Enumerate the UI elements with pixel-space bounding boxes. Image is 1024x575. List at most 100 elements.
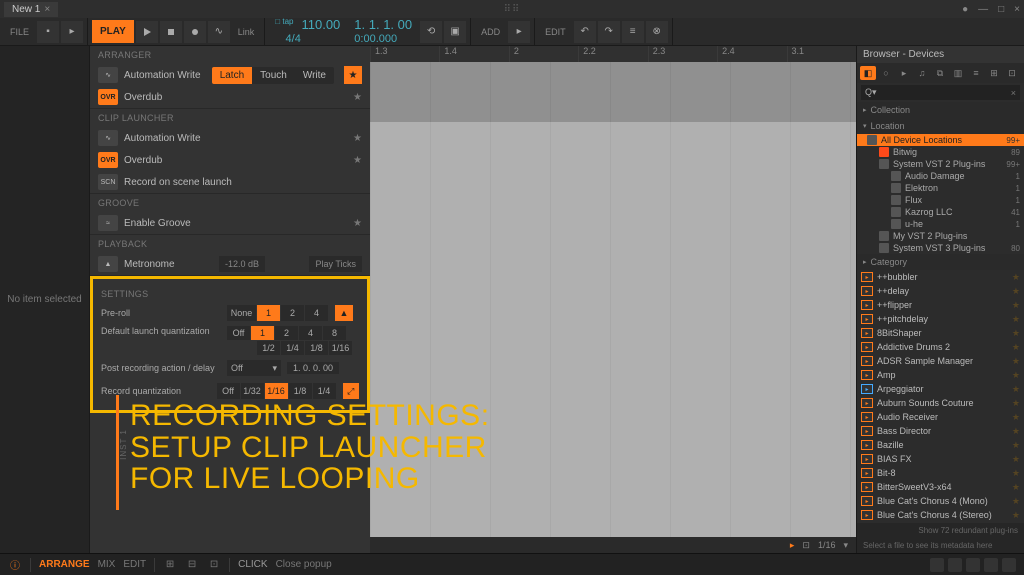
timeline-ruler[interactable]: 1.3 1.4 2 2.2 2.3 2.4 3.1: [370, 46, 856, 62]
sb-icon-1[interactable]: [930, 558, 944, 572]
device-list-item[interactable]: BitterSweetV3-x64★: [857, 480, 1024, 494]
browser-tab-2[interactable]: ○: [878, 66, 894, 80]
recq-length-icon[interactable]: ⤢: [343, 383, 359, 399]
scene-record-row[interactable]: SCN Record on scene launch: [90, 171, 370, 193]
dlq-half[interactable]: 1/2: [257, 341, 281, 355]
device-list-item[interactable]: ADSR Sample Manager★: [857, 354, 1024, 368]
metronome-volume[interactable]: -12.0 dB: [219, 256, 265, 272]
touch-button[interactable]: Touch: [252, 67, 295, 84]
dlq-off[interactable]: Off: [227, 326, 251, 340]
device-list-item[interactable]: Bit-8★: [857, 466, 1024, 480]
dot-icon[interactable]: ●: [962, 4, 968, 15]
save-icon[interactable]: ▪: [37, 21, 59, 43]
zoom-value[interactable]: 1/16: [818, 540, 836, 550]
recq-32[interactable]: 1/32: [241, 383, 265, 399]
play-icon[interactable]: [136, 21, 158, 43]
recq-8[interactable]: 1/8: [289, 383, 313, 399]
star-icon[interactable]: ★: [353, 218, 362, 229]
device-list-item[interactable]: BIAS FX★: [857, 452, 1024, 466]
dlq-2[interactable]: 2: [275, 326, 299, 340]
browser-tab-5[interactable]: ⧉: [932, 66, 948, 80]
export-icon[interactable]: ▸: [61, 21, 83, 43]
preroll-1[interactable]: 1: [257, 305, 281, 321]
close-icon[interactable]: ×: [1014, 4, 1020, 15]
autowrite-star[interactable]: ★: [344, 66, 362, 84]
tempo-value[interactable]: 110.00: [301, 18, 340, 32]
close-tab-icon[interactable]: ×: [44, 4, 50, 15]
undo-icon[interactable]: ↶: [574, 21, 596, 43]
view-edit[interactable]: EDIT: [123, 559, 146, 570]
timesig-value[interactable]: 4/4: [286, 33, 301, 45]
tree-item[interactable]: Flux1: [857, 194, 1024, 206]
project-tab[interactable]: New 1 ×: [4, 2, 58, 17]
browser-tab-7[interactable]: ≡: [968, 66, 984, 80]
play-ticks-button[interactable]: Play Ticks: [309, 256, 362, 272]
sb-icon-4[interactable]: [984, 558, 998, 572]
edit-menu[interactable]: EDIT: [539, 27, 572, 37]
latch-button[interactable]: Latch: [212, 67, 252, 84]
dashboard-icon[interactable]: ⓘ: [8, 558, 22, 572]
metronome-row[interactable]: ▲ Metronome -12.0 dB Play Ticks: [90, 253, 370, 275]
tree-item[interactable]: System VST 2 Plug-ins99+: [857, 158, 1024, 170]
minimize-icon[interactable]: —: [978, 4, 988, 15]
preroll-2[interactable]: 2: [281, 305, 305, 321]
file-menu[interactable]: FILE: [4, 27, 35, 37]
punch-icon[interactable]: ▣: [444, 21, 466, 43]
browser-tab-devices[interactable]: ◧: [860, 66, 876, 80]
device-list-item[interactable]: Blue Cat's Chorus 4 (Stereo)★: [857, 508, 1024, 522]
tree-item[interactable]: All Device Locations99+: [857, 134, 1024, 146]
device-list-item[interactable]: Audio Receiver★: [857, 410, 1024, 424]
dlq-8[interactable]: 8: [323, 326, 347, 340]
tree-item[interactable]: Elektron1: [857, 182, 1024, 194]
enable-groove-row[interactable]: ≈ Enable Groove ★: [90, 212, 370, 234]
star-icon[interactable]: ★: [353, 155, 362, 166]
dlq-eighth[interactable]: 1/8: [305, 341, 329, 355]
tree-item[interactable]: Bitwig89: [857, 146, 1024, 158]
recq-4[interactable]: 1/4: [313, 383, 337, 399]
write-button[interactable]: Write: [295, 67, 334, 84]
clear-search-icon[interactable]: ×: [1011, 88, 1016, 98]
panel-icon-2[interactable]: ⊟: [185, 558, 199, 572]
tree-item[interactable]: Audio Damage1: [857, 170, 1024, 182]
device-list-item[interactable]: Amp★: [857, 368, 1024, 382]
preroll-none[interactable]: None: [227, 305, 257, 321]
scroll-follow-icon[interactable]: ▸: [790, 540, 795, 551]
device-list-item[interactable]: Bazille★: [857, 438, 1024, 452]
history-icon[interactable]: ≡: [622, 21, 644, 43]
add-play-icon[interactable]: ▸: [508, 21, 530, 43]
arranger-autowrite-row[interactable]: ∿ Automation Write Latch Touch Write ★: [90, 64, 370, 86]
dlq-4[interactable]: 4: [299, 326, 323, 340]
recq-off[interactable]: Off: [217, 383, 241, 399]
dlq-quarter[interactable]: 1/4: [281, 341, 305, 355]
record-icon[interactable]: [184, 21, 206, 43]
transport-display[interactable]: □ tap110.00 4/4: [269, 18, 346, 44]
maximize-icon[interactable]: □: [998, 4, 1004, 15]
preroll-4[interactable]: 4: [305, 305, 329, 321]
preroll-metro-icon[interactable]: ▲: [335, 305, 353, 321]
sb-icon-5[interactable]: [1002, 558, 1016, 572]
view-arrange[interactable]: ARRANGE: [39, 559, 90, 570]
device-list-item[interactable]: ++bubbler★: [857, 270, 1024, 284]
browser-tab-8[interactable]: ⊞: [986, 66, 1002, 80]
device-list-item[interactable]: ++pitchdelay★: [857, 312, 1024, 326]
settings-icon[interactable]: ⊗: [646, 21, 668, 43]
sb-icon-2[interactable]: [948, 558, 962, 572]
loop-icon[interactable]: ⟲: [420, 21, 442, 43]
footer-icon[interactable]: ⊡: [802, 540, 810, 551]
recq-16[interactable]: 1/16: [265, 383, 289, 399]
browser-tab-3[interactable]: ▸: [896, 66, 912, 80]
panel-icon-3[interactable]: ⊡: [207, 558, 221, 572]
tree-item[interactable]: System VST 3 Plug-ins80: [857, 242, 1024, 254]
device-list-item[interactable]: ++flipper★: [857, 298, 1024, 312]
collection-section[interactable]: Collection: [857, 102, 1024, 118]
post-action-dropdown[interactable]: Off▾: [227, 360, 281, 376]
star-icon[interactable]: ★: [353, 133, 362, 144]
redundant-link[interactable]: Show 72 redundant plug-ins: [857, 523, 1024, 538]
view-mix[interactable]: MIX: [98, 559, 116, 570]
dlq-1[interactable]: 1: [251, 326, 275, 340]
clip-autowrite-row[interactable]: ∿ Automation Write ★: [90, 127, 370, 149]
browser-search[interactable]: Q▾ ×: [861, 85, 1020, 100]
browser-tab-6[interactable]: ▥: [950, 66, 966, 80]
zoom-dropdown-icon[interactable]: ▾: [843, 540, 848, 551]
add-menu[interactable]: ADD: [475, 27, 506, 37]
